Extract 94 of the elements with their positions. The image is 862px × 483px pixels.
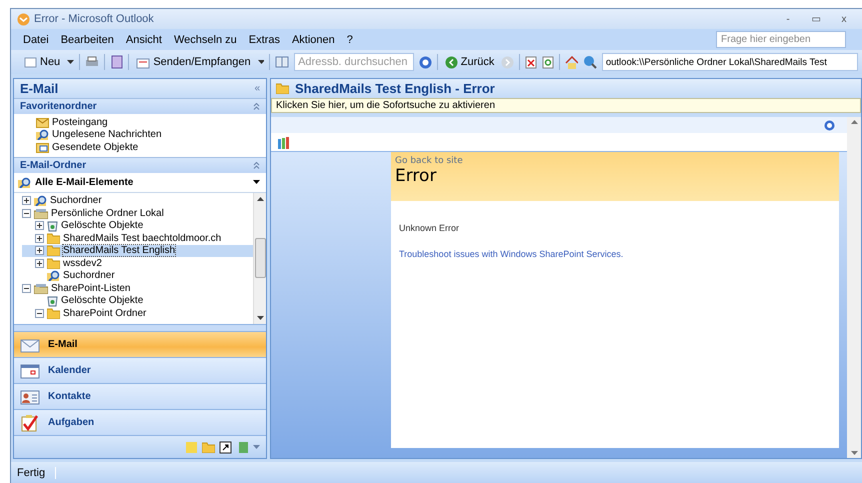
people-logo-icon — [277, 135, 291, 149]
dropdown-caret-icon — [253, 180, 260, 184]
folder-tree-item[interactable]: SharedMails Test baechtoldmoor.ch — [22, 232, 253, 244]
section-title: Favoritenordner — [20, 101, 97, 112]
window-control[interactable]: ▭ — [804, 13, 828, 25]
back-button[interactable]: Zurück — [442, 52, 496, 72]
scroll-down-icon[interactable] — [850, 451, 858, 455]
sent-folder-icon — [36, 142, 49, 153]
menu-item[interactable]: Aktionen — [292, 34, 335, 46]
scroll-thumb[interactable] — [254, 238, 266, 278]
folder-tree-item[interactable]: Suchordner — [22, 194, 253, 207]
expand-icon[interactable] — [35, 234, 44, 243]
favorite-folder[interactable]: Ungelesene Nachrichten — [36, 128, 266, 141]
favorite-folder[interactable]: Gesendete Objekte — [36, 141, 266, 154]
folder-icon — [276, 83, 289, 94]
help-icon[interactable] — [824, 120, 835, 130]
contact-card-icon — [20, 388, 40, 404]
task-checklist-icon — [20, 414, 40, 432]
address-book-icon[interactable] — [275, 56, 290, 68]
help-icon[interactable] — [419, 56, 432, 68]
expand-icon[interactable] — [35, 246, 44, 256]
collapse-icon[interactable] — [22, 284, 31, 293]
folder-tree-item[interactable]: SharePoint Ordner — [22, 307, 253, 320]
search-folder-icon — [18, 176, 31, 188]
menu-item[interactable]: Wechseln zu — [174, 34, 237, 46]
menu-item[interactable]: Datei — [23, 34, 49, 46]
home-icon[interactable] — [564, 56, 578, 68]
folder-icon — [47, 308, 60, 319]
folder-tree-item[interactable]: Suchordner — [22, 270, 253, 282]
scroll-up-icon[interactable] — [256, 196, 264, 200]
error-message: Unknown Error — [399, 223, 460, 233]
error-heading: Error — [395, 166, 438, 186]
search-folder-icon — [47, 270, 60, 282]
expand-icon[interactable] — [22, 196, 31, 206]
address-field[interactable]: outlook:\\Persönliche Ordner Lokal\SharedMails Test — [602, 53, 858, 71]
configure-buttons-icon[interactable] — [253, 445, 260, 449]
stop-icon[interactable] — [525, 56, 537, 68]
search-folder-icon — [36, 129, 49, 140]
search-folder-icon — [34, 195, 47, 206]
collapse-icon[interactable] — [22, 208, 31, 218]
calendar-icon — [20, 362, 40, 378]
window-title: Error - Microsoft Outlook — [34, 13, 155, 25]
instant-search-bar[interactable]: Klicken Sie hier, um die Sofortsuche zu aktivieren — [271, 98, 861, 113]
nav-button[interactable]: Aufgaben — [14, 409, 266, 435]
folders-icon — [34, 282, 48, 294]
troubleshoot-link[interactable]: Troubleshoot issues with Windows SharePoint Services. — [399, 249, 624, 259]
refresh-icon[interactable] — [542, 56, 554, 68]
inbox-folder-icon — [36, 116, 49, 128]
address-book-search-field[interactable]: Adressb. durchsuchen — [294, 53, 414, 71]
view-dropdown[interactable]: Alle E-Mail-Elemente — [14, 172, 266, 192]
app-logo-icon — [17, 12, 30, 26]
pane-title: E-Mail — [20, 81, 58, 96]
scrollbar[interactable] — [847, 117, 861, 458]
folder-tree-item[interactable]: Gelöschte Objekte — [22, 294, 253, 307]
printer-icon[interactable] — [85, 56, 99, 68]
scroll-up-icon[interactable] — [850, 120, 858, 124]
window-control[interactable]: x — [832, 14, 856, 24]
expand-icon[interactable] — [35, 258, 44, 268]
folder-tree-item[interactable]: wssdev2 — [22, 257, 253, 270]
scroll-down-icon[interactable] — [256, 316, 264, 320]
trash-icon — [47, 294, 58, 307]
collapse-icon[interactable] — [35, 308, 44, 318]
dropdown-caret-icon[interactable] — [258, 60, 264, 64]
menu-item[interactable]: Bearbeiten — [60, 34, 114, 46]
new-button[interactable]: Neu — [21, 52, 62, 72]
help-search-field[interactable]: Frage hier eingeben — [716, 31, 846, 48]
folders-icon — [34, 208, 48, 219]
nav-button[interactable]: E-Mail — [14, 331, 266, 357]
expand-icon[interactable] — [35, 221, 44, 230]
favorite-folder[interactable]: Posteingang — [36, 116, 266, 128]
folder-tree-item[interactable]: Persönliche Ordner Lokal — [22, 207, 253, 220]
folder-tree-item[interactable]: SharePoint-Listen — [22, 282, 253, 294]
back-to-site-link[interactable]: Go back to site — [395, 156, 463, 166]
folder-tree-item[interactable]: Gelöschte Objekte — [22, 220, 253, 232]
nav-button[interactable]: Kontakte — [14, 383, 266, 409]
folder-icon — [47, 245, 60, 256]
menu-item[interactable]: Ansicht — [126, 34, 162, 46]
menu-item[interactable]: Extras — [248, 34, 280, 46]
status-text: Fertig — [11, 466, 56, 478]
envelope-icon — [20, 336, 40, 352]
section-title: E-Mail-Ordner — [20, 160, 86, 170]
send-receive-icon — [136, 56, 150, 68]
folder-icon — [202, 442, 215, 452]
new-item-icon — [23, 56, 37, 68]
send-receive-button[interactable]: Senden/Empfangen — [134, 52, 253, 72]
scrollbar[interactable] — [253, 192, 266, 324]
folder-title: SharedMails Test English - Error — [295, 81, 495, 96]
menu-item[interactable]: ? — [346, 34, 353, 46]
dropdown-caret-icon[interactable] — [67, 60, 74, 64]
window-control[interactable]: - — [776, 14, 800, 24]
trash-icon — [47, 220, 58, 232]
shortcut-icon[interactable] — [219, 440, 232, 454]
folder-tree-item[interactable]: SharedMails Test English — [22, 244, 253, 257]
nav-button[interactable]: Kalender — [14, 357, 266, 383]
